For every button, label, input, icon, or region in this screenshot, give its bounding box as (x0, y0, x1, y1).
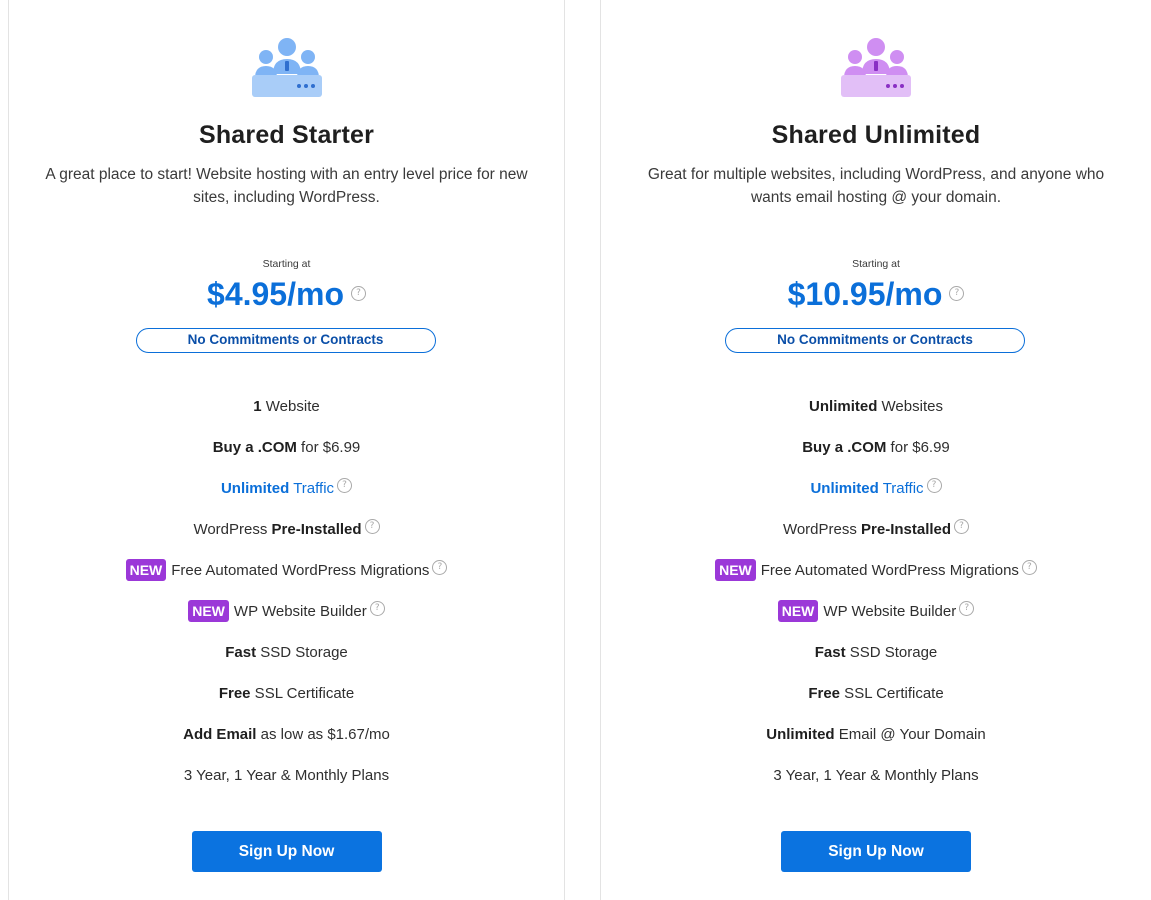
feature-item: Add Email as low as $1.67/mo (183, 726, 390, 743)
feature-item: WordPress Pre-Installed? (601, 518, 1151, 559)
feature-item: Buy a .COM for $6.99 (802, 439, 950, 456)
price-row: $10.95/mo? (601, 273, 1151, 315)
plan-price: $4.95/mo (207, 276, 344, 312)
no-commitments-badge: No Commitments or Contracts (725, 328, 1025, 353)
feature-item: Unlimited Traffic? (601, 477, 1151, 518)
plan-description: Great for multiple websites, including W… (647, 166, 1105, 206)
starting-at-label: Starting at (262, 258, 311, 270)
feature-item: Unlimited Websites (809, 398, 943, 415)
feature-item: WordPress Pre-Installed? (9, 518, 564, 559)
feature-item: Free SSL Certificate (808, 685, 944, 702)
feature-item: NEW Free Automated WordPress Migrations? (9, 559, 564, 600)
feature-item: NEW WP Website Builder? (601, 600, 1151, 641)
price-row: $4.95/mo? (9, 273, 564, 315)
plan-card-shared-unlimited: Shared Unlimited Great for multiple webs… (600, 0, 1151, 900)
feature-list: 1 Website Buy a .COM for $6.99 Unlimited… (9, 395, 564, 805)
new-badge: NEW (188, 600, 229, 623)
help-icon[interactable]: ? (959, 601, 975, 616)
feature-item: Fast SSD Storage (225, 644, 348, 661)
sign-up-button[interactable]: Sign Up Now (781, 831, 971, 872)
feature-item: NEW WP Website Builder? (9, 600, 564, 641)
new-badge: NEW (777, 600, 819, 623)
plan-title: Shared Unlimited (771, 121, 981, 149)
help-icon[interactable]: ? (364, 519, 380, 534)
feature-item: Fast SSD Storage (814, 644, 938, 661)
help-icon[interactable]: ? (350, 286, 366, 302)
plan-card-shared-starter: Shared Starter A great place to start! W… (8, 0, 565, 900)
no-commitments-badge: No Commitments or Contracts (135, 328, 436, 353)
help-icon[interactable]: ? (337, 478, 353, 493)
plan-price: $10.95/mo (787, 276, 943, 312)
feature-item: Unlimited Email @ Your Domain (766, 726, 986, 743)
users-server-icon (841, 38, 911, 97)
pricing-page: Shared Starter A great place to start! W… (0, 0, 1151, 900)
feature-item: 3 Year, 1 Year & Monthly Plans (773, 767, 979, 784)
feature-item: NEW Free Automated WordPress Migrations? (601, 559, 1151, 600)
feature-item: Buy a .COM for $6.99 (212, 439, 361, 456)
help-icon[interactable]: ? (432, 560, 448, 575)
users-server-icon (251, 38, 322, 97)
feature-item: Unlimited Traffic? (9, 477, 564, 518)
help-icon[interactable]: ? (949, 286, 965, 302)
help-icon[interactable]: ? (926, 478, 942, 493)
help-icon[interactable]: ? (369, 601, 385, 616)
feature-item: Free SSL Certificate (218, 685, 355, 702)
plan-title: Shared Starter (198, 121, 375, 149)
plan-description: A great place to start! Website hosting … (45, 166, 528, 206)
new-badge: NEW (715, 559, 756, 582)
feature-list: Unlimited Websites Buy a .COM for $6.99 … (601, 395, 1151, 805)
feature-item: 1 Website (253, 398, 320, 415)
new-badge: NEW (125, 559, 167, 582)
feature-item: 3 Year, 1 Year & Monthly Plans (183, 767, 390, 784)
help-icon[interactable]: ? (1021, 560, 1037, 575)
starting-at-label: Starting at (852, 258, 900, 270)
sign-up-button[interactable]: Sign Up Now (191, 831, 382, 872)
help-icon[interactable]: ? (954, 519, 970, 534)
